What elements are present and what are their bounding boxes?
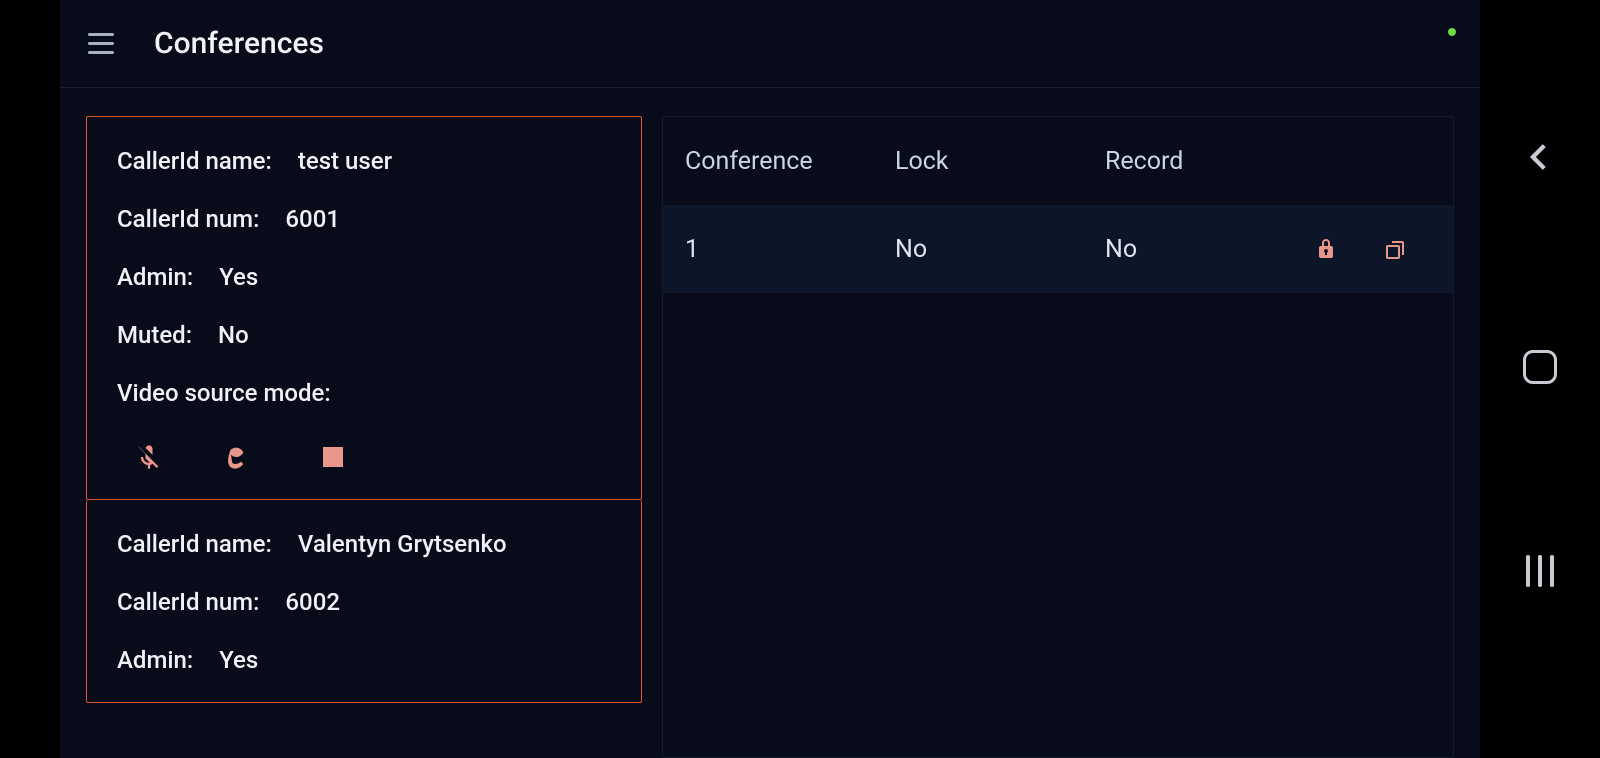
page-title: Conferences bbox=[154, 26, 324, 61]
video-icon[interactable] bbox=[227, 443, 255, 471]
caller-num-row: CallerId num: 6001 bbox=[117, 205, 611, 233]
caller-muted-label: Muted: bbox=[117, 321, 192, 349]
cell-conference: 1 bbox=[685, 235, 895, 264]
caller-num-value: 6001 bbox=[285, 205, 340, 233]
status-indicator bbox=[1448, 28, 1456, 36]
stop-icon[interactable] bbox=[319, 443, 347, 471]
app-frame: Conferences CallerId name: test user Cal… bbox=[60, 0, 1480, 758]
caller-name-label: CallerId name: bbox=[117, 530, 272, 558]
lock-icon[interactable] bbox=[1291, 237, 1361, 261]
menu-icon[interactable] bbox=[88, 29, 118, 59]
caller-actions bbox=[117, 443, 611, 471]
col-record: Record bbox=[1105, 147, 1291, 176]
app-header: Conferences bbox=[60, 0, 1480, 88]
caller-num-label: CallerId num: bbox=[117, 205, 259, 233]
system-nav-rail bbox=[1480, 0, 1600, 758]
caller-admin-label: Admin: bbox=[117, 646, 193, 674]
caller-card[interactable]: CallerId name: Valentyn Grytsenko Caller… bbox=[86, 500, 642, 703]
cell-record: No bbox=[1105, 235, 1291, 264]
caller-admin-row: Admin: Yes bbox=[117, 646, 611, 674]
caller-name-value: test user bbox=[298, 147, 392, 175]
record-list-icon[interactable] bbox=[1361, 237, 1431, 261]
caller-video-label: Video source mode: bbox=[117, 379, 331, 407]
caller-admin-label: Admin: bbox=[117, 263, 193, 291]
system-recent-button[interactable] bbox=[1526, 555, 1554, 587]
conference-table-panel: Conference Lock Record 1 No No bbox=[662, 116, 1454, 758]
caller-num-value: 6002 bbox=[285, 588, 340, 616]
callers-panel: CallerId name: test user CallerId num: 6… bbox=[86, 116, 642, 758]
caller-name-label: CallerId name: bbox=[117, 147, 272, 175]
caller-muted-value: No bbox=[218, 321, 249, 349]
caller-admin-row: Admin: Yes bbox=[117, 263, 611, 291]
col-conference: Conference bbox=[685, 147, 895, 176]
table-row[interactable]: 1 No No bbox=[663, 205, 1453, 293]
cell-lock: No bbox=[895, 235, 1105, 264]
table-header: Conference Lock Record bbox=[663, 117, 1453, 205]
caller-num-label: CallerId num: bbox=[117, 588, 259, 616]
content-area: CallerId name: test user CallerId num: 6… bbox=[60, 88, 1480, 758]
col-lock: Lock bbox=[895, 147, 1105, 176]
caller-muted-row: Muted: No bbox=[117, 321, 611, 349]
conference-table: Conference Lock Record 1 No No bbox=[662, 116, 1454, 758]
caller-admin-value: Yes bbox=[219, 646, 258, 674]
caller-card[interactable]: CallerId name: test user CallerId num: 6… bbox=[86, 116, 642, 500]
system-home-button[interactable] bbox=[1523, 350, 1557, 384]
caller-admin-value: Yes bbox=[219, 263, 258, 291]
caller-video-row: Video source mode: bbox=[117, 379, 611, 407]
caller-name-row: CallerId name: test user bbox=[117, 147, 611, 175]
caller-num-row: CallerId num: 6002 bbox=[117, 588, 611, 616]
caller-name-value: Valentyn Grytsenko bbox=[298, 530, 507, 558]
system-back-button[interactable] bbox=[1523, 140, 1557, 178]
caller-name-row: CallerId name: Valentyn Grytsenko bbox=[117, 530, 611, 558]
mic-off-icon[interactable] bbox=[135, 443, 163, 471]
